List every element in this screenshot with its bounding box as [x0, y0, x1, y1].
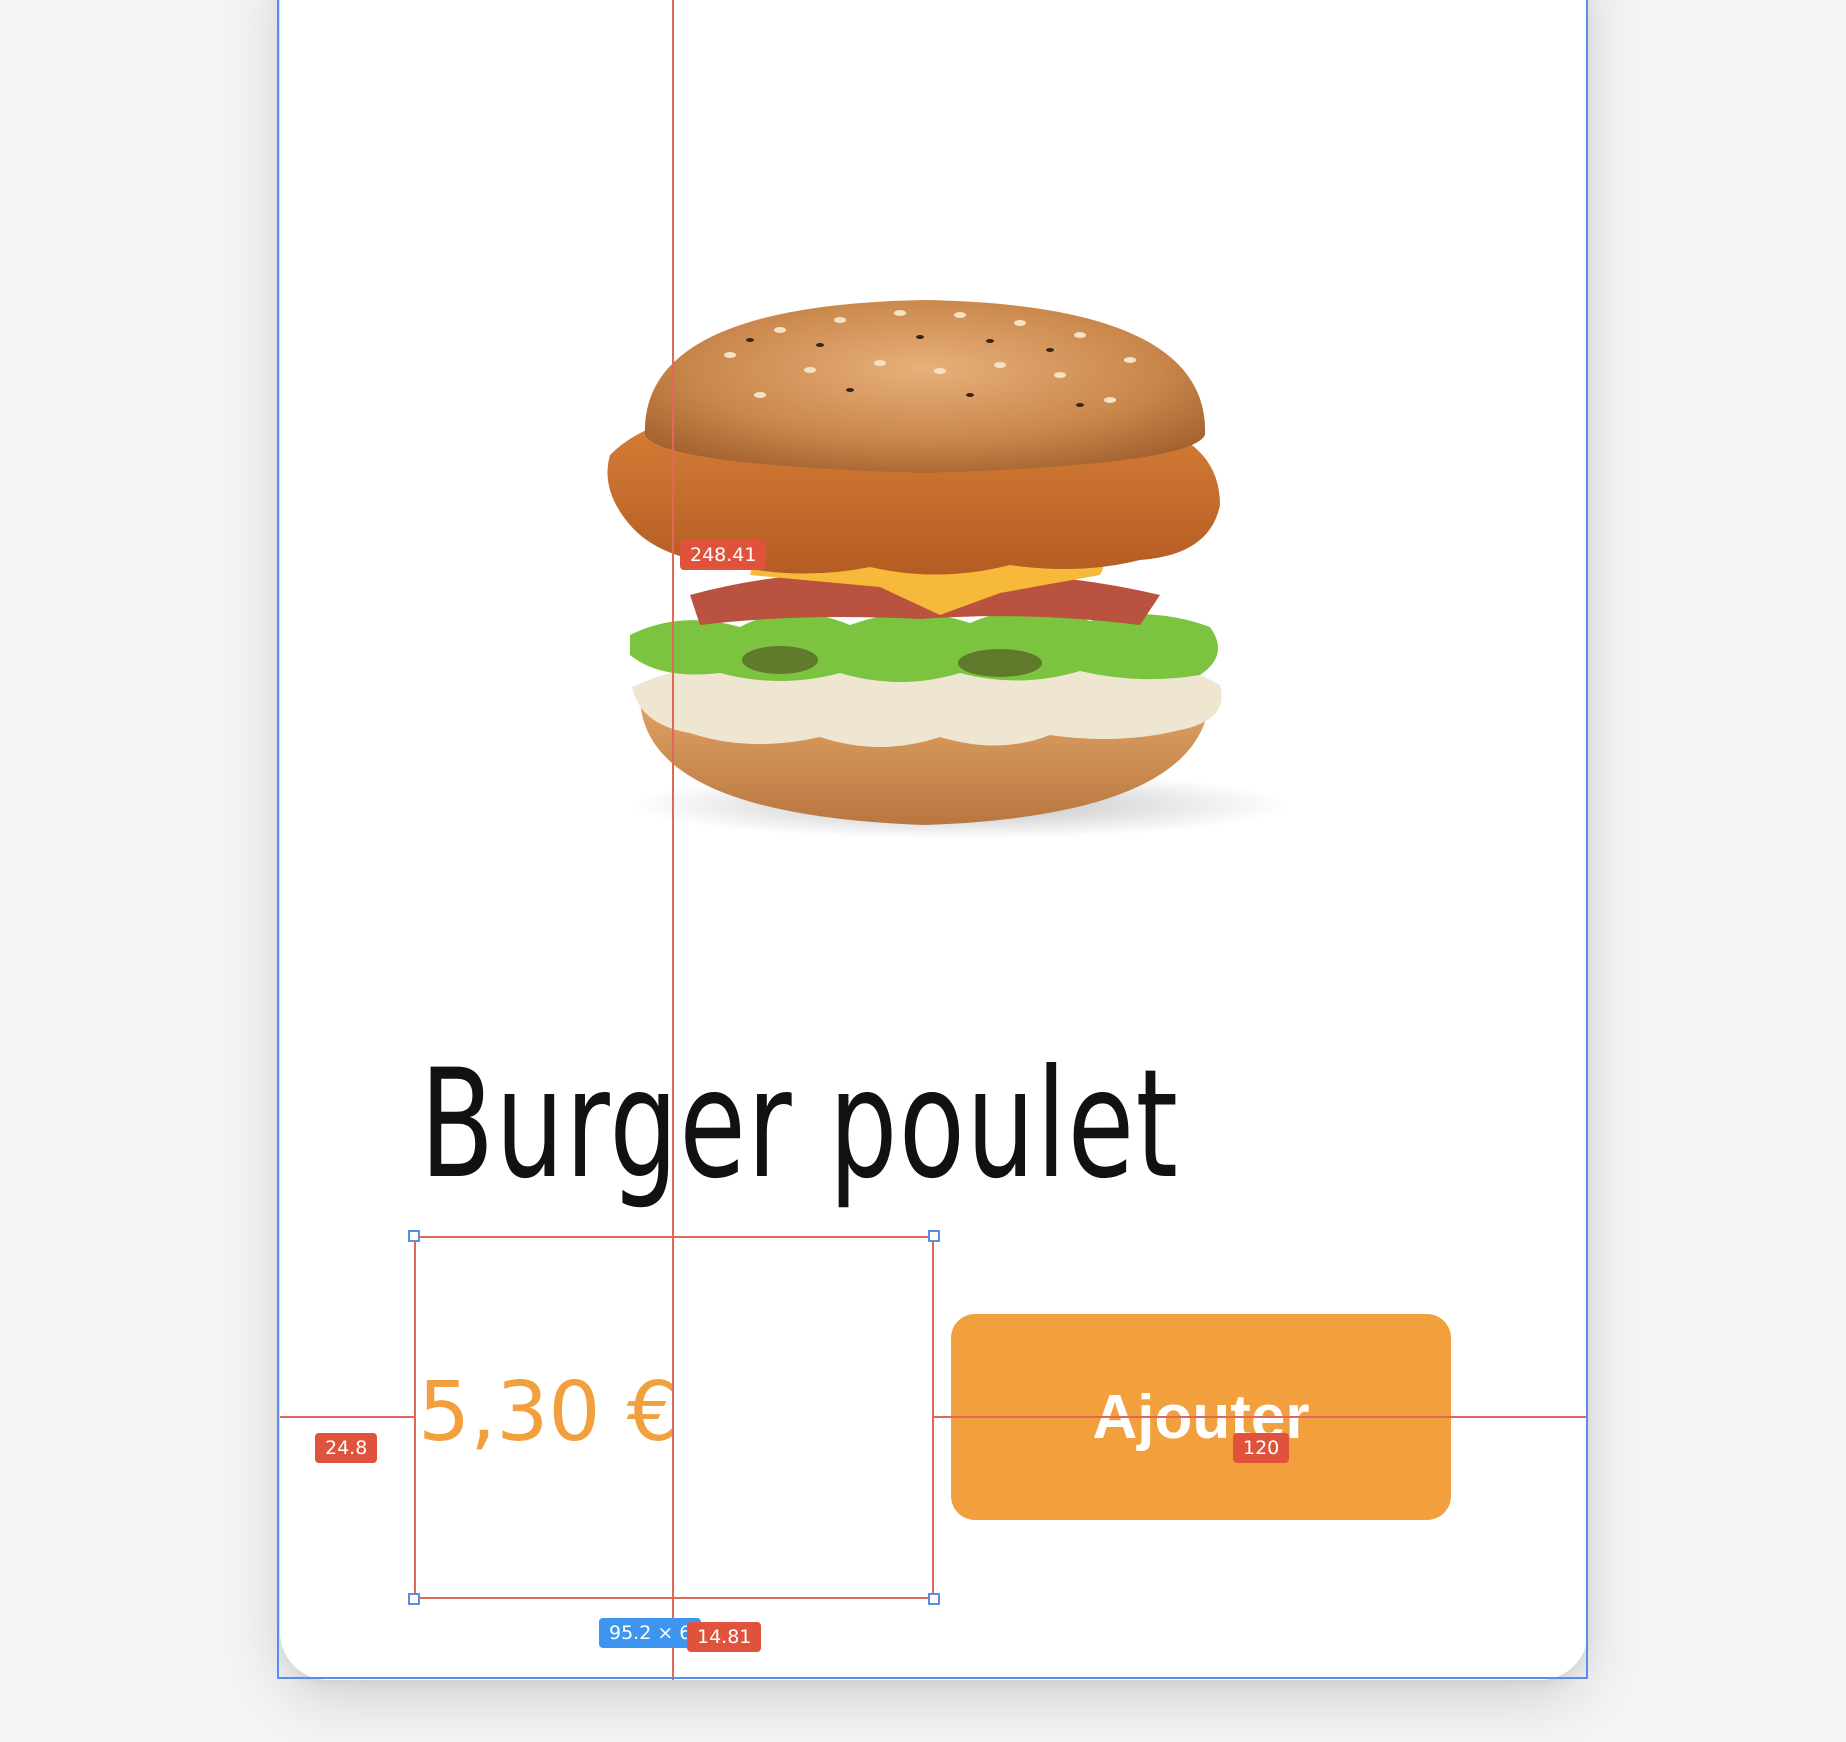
spacing-badge-top: 248.41	[680, 540, 767, 570]
resize-handle-top-left[interactable]	[408, 1230, 420, 1242]
spacing-badge-bottom: 14.81	[687, 1622, 762, 1652]
resize-handle-top-right[interactable]	[928, 1230, 940, 1242]
design-canvas: Burger poulet 5,30 € Ajouter 248.41 24.8…	[0, 0, 1846, 1742]
resize-handle-bottom-left[interactable]	[408, 1593, 420, 1605]
vertical-guide	[672, 0, 674, 1680]
horizontal-guide-right	[934, 1416, 1588, 1418]
horizontal-guide-left	[280, 1416, 414, 1418]
product-title: Burger poulet	[420, 1038, 1180, 1212]
product-price: 5,30 €	[418, 1365, 679, 1460]
resize-handle-bottom-right[interactable]	[928, 1593, 940, 1605]
spacing-badge-left: 24.8	[315, 1433, 378, 1463]
spacing-badge-right: 120	[1233, 1433, 1290, 1463]
